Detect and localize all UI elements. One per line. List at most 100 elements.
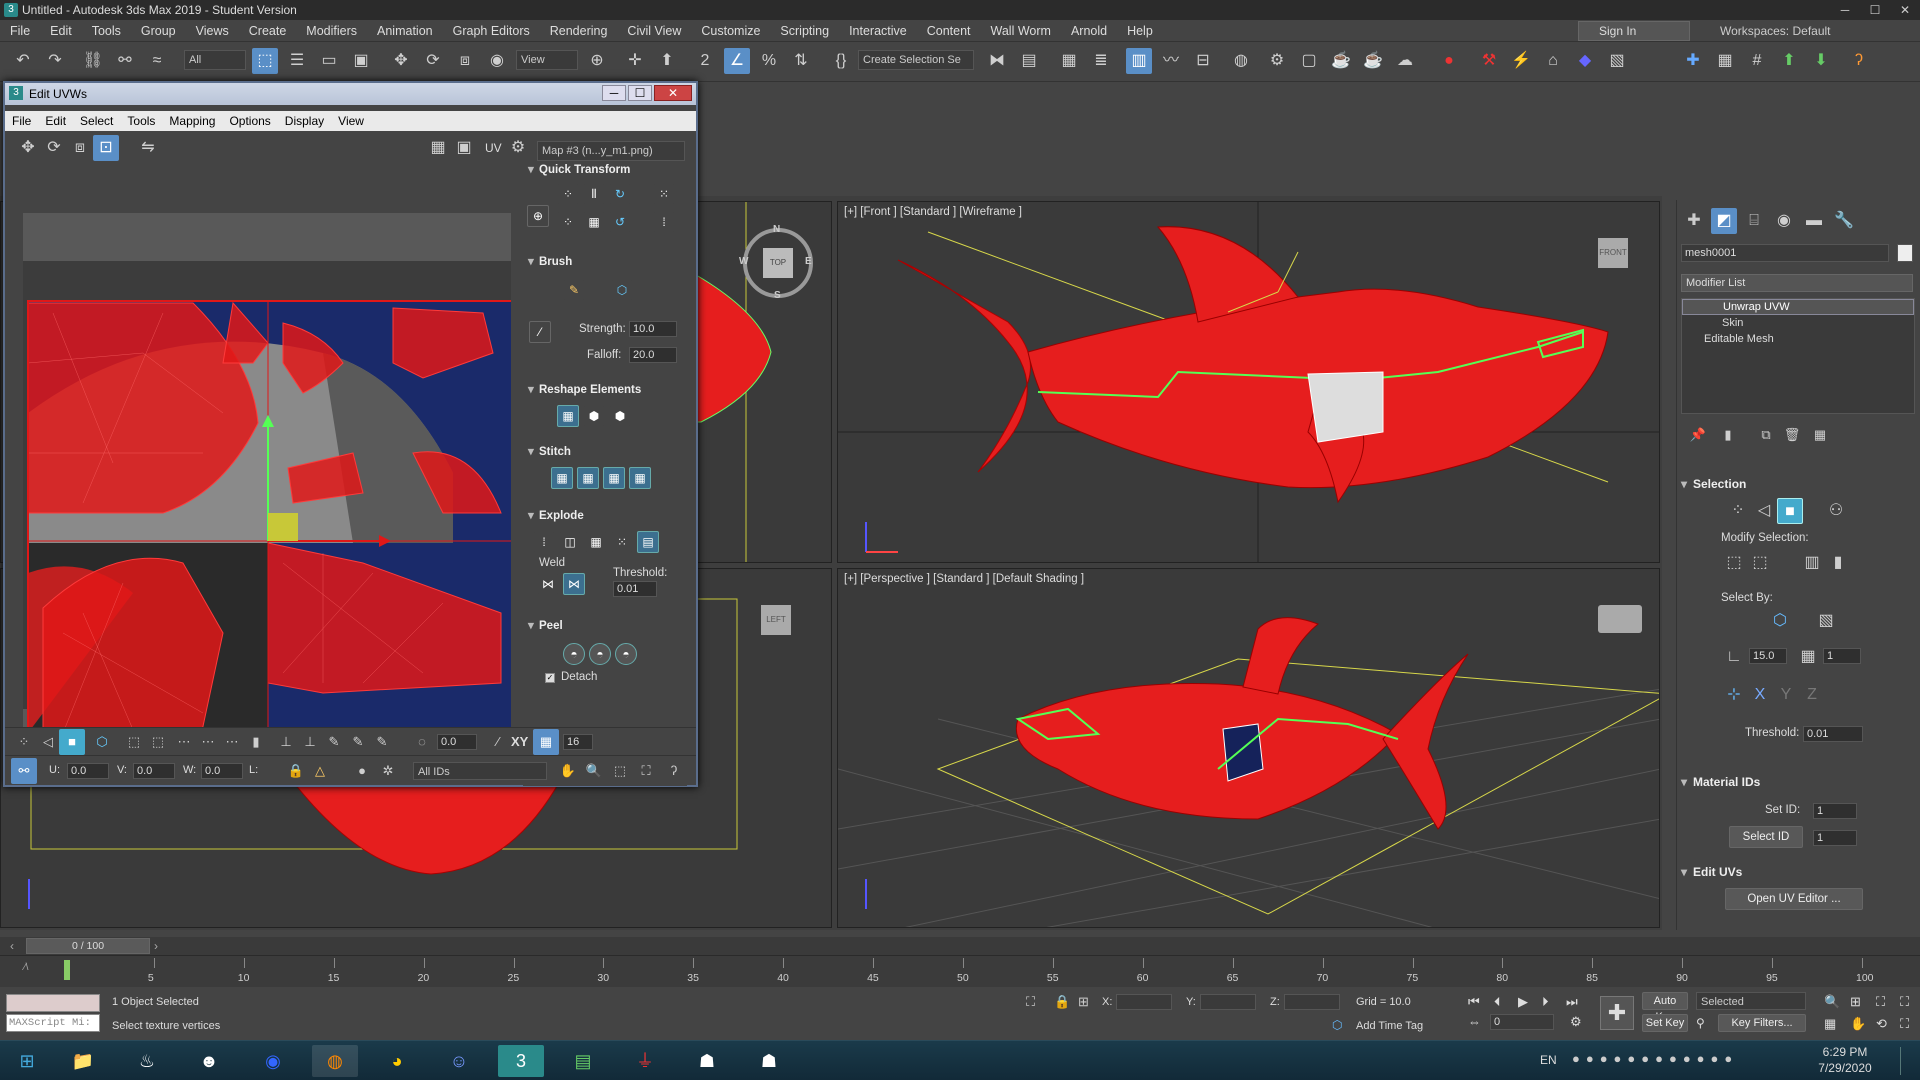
uv-freeze-icon[interactable]: ✲ <box>375 758 401 784</box>
3dsmax-taskbar-icon[interactable]: 3 <box>498 1045 544 1077</box>
brush-stroke-icon[interactable]: ⁄ <box>529 321 551 343</box>
uv-move-icon[interactable]: ✥ <box>15 135 41 161</box>
qt-pivot-icon[interactable]: ⊕ <box>527 205 549 227</box>
key-filters-icon[interactable]: ⚲ <box>1696 1016 1705 1030</box>
x-coord-field[interactable] <box>1116 994 1172 1010</box>
uv-zoom-extents-icon[interactable]: ⛶ <box>633 758 659 784</box>
uv-options-icon[interactable]: ⚙ <box>505 135 531 161</box>
menu-modifiers[interactable]: Modifiers <box>296 20 367 42</box>
isolate-icon[interactable]: ⛶ <box>1026 994 1035 1010</box>
show-end-result-icon[interactable]: ▮ <box>1715 422 1741 448</box>
axis-z-icon[interactable]: Z <box>1799 682 1825 708</box>
material-ids-header[interactable]: Material IDs <box>1677 772 1917 792</box>
uv-curve-icon[interactable]: ⁄ <box>485 729 511 755</box>
menu-group[interactable]: Group <box>131 20 186 42</box>
uv-space-label[interactable]: UV <box>485 141 502 155</box>
uv-help-icon[interactable]: ʔ <box>661 758 687 784</box>
motion-tab-icon[interactable]: ◉ <box>1771 208 1797 234</box>
close-button[interactable]: ✕ <box>1890 0 1920 20</box>
maxscript-listener-pink[interactable] <box>6 994 100 1012</box>
display-tab-icon[interactable]: ▬ <box>1801 208 1827 234</box>
grid-icon[interactable]: ▦ <box>1712 48 1738 74</box>
select-by-group-icon[interactable]: ▧ <box>1813 608 1839 634</box>
uv-checker-icon[interactable]: ▦ <box>425 135 451 161</box>
time-slider-thumb[interactable]: 0 / 100 <box>26 938 150 954</box>
selection-filter-dropdown[interactable]: All <box>184 50 246 70</box>
curve-editor-icon[interactable]: 〰 <box>1158 48 1184 74</box>
uv-warning-icon[interactable]: △ <box>307 758 333 784</box>
select-by-name-icon[interactable]: ☰ <box>284 48 310 74</box>
stack-item-editable-mesh[interactable]: Editable Mesh <box>1682 331 1914 347</box>
lock-selection-icon[interactable]: 🔒 <box>1054 994 1070 1010</box>
uv-seam-icon[interactable]: ⊥ <box>297 729 323 755</box>
tool3-icon[interactable]: ◆ <box>1572 48 1598 74</box>
wolf-app-icon[interactable]: ☗ <box>684 1045 730 1077</box>
explode-header[interactable]: Explode <box>523 507 683 525</box>
minimize-button[interactable]: ─ <box>1830 0 1860 20</box>
menu-civil-view[interactable]: Civil View <box>617 20 691 42</box>
viewcube-top[interactable]: TOP <box>763 248 793 278</box>
vmf-icon[interactable]: ▧ <box>1604 48 1630 74</box>
uv-pin-icon[interactable]: ▮ <box>243 729 269 755</box>
steam-icon[interactable]: ♨ <box>124 1045 170 1077</box>
uvw-menu-file[interactable]: File <box>5 111 38 131</box>
detach-checkbox[interactable]: ✓ <box>545 673 555 683</box>
z-coord-field[interactable] <box>1284 994 1340 1010</box>
uvw-title-bar[interactable]: 3 Edit UVWs ─ ☐ ✕ <box>5 83 696 105</box>
stitch-target-icon[interactable]: ▦ <box>629 467 651 489</box>
uv-editor-canvas[interactable] <box>23 213 513 783</box>
uv-vertex-icon[interactable]: ⁘ <box>11 729 37 755</box>
angle-icon[interactable]: ∟ <box>1721 644 1747 670</box>
clock-date[interactable]: 7/29/2020 <box>1810 1061 1880 1075</box>
material-editor-icon[interactable]: ◍ <box>1228 48 1254 74</box>
brush-header[interactable]: Brush <box>523 253 683 271</box>
align-icon[interactable]: ▤ <box>1016 48 1042 74</box>
viewcube-front[interactable]: FRONT <box>1598 238 1628 268</box>
percent-snap-icon[interactable]: % <box>756 48 782 74</box>
qt-align-v-icon[interactable]: ⦀ <box>583 183 605 205</box>
keyboard-shortcut-icon[interactable]: ⬆ <box>654 48 680 74</box>
uv-ring-icon[interactable]: ⋯ <box>195 729 221 755</box>
start-button-icon[interactable]: ⊞ <box>4 1045 50 1077</box>
uvw-menu-view[interactable]: View <box>331 111 371 131</box>
set-id-spinner[interactable]: 1 <box>1813 803 1857 819</box>
menu-graph-editors[interactable]: Graph Editors <box>443 20 540 42</box>
uvw-maximize-button[interactable]: ☐ <box>628 85 652 101</box>
scene-explorer-icon[interactable]: ▦ <box>1056 48 1082 74</box>
add-time-tag[interactable]: Add Time Tag <box>1356 1020 1423 1032</box>
object-name-field[interactable]: mesh0001 <box>1681 244 1889 262</box>
next-frame-icon[interactable]: ⏵ <box>1542 994 1549 1010</box>
maximize-button[interactable]: ☐ <box>1860 0 1890 20</box>
play-icon[interactable]: ▶ <box>1518 994 1528 1010</box>
stitch-custom-icon[interactable]: ▦ <box>551 467 573 489</box>
render-setup-icon[interactable]: ⚙ <box>1264 48 1290 74</box>
select-object-icon[interactable]: ⬚ <box>252 48 278 74</box>
axis-icon[interactable]: ⊹ <box>1721 682 1747 708</box>
green-tool2-icon[interactable]: ⬇ <box>1808 48 1834 74</box>
uvw-menu-tools[interactable]: Tools <box>120 111 162 131</box>
current-frame-field[interactable]: 0 <box>1490 1014 1554 1030</box>
threshold-spinner[interactable]: 0.01 <box>1803 726 1863 742</box>
qt-align-x-icon[interactable]: ⁘ <box>557 211 579 233</box>
rect-selection-icon[interactable]: ▭ <box>316 48 342 74</box>
unlink-icon[interactable]: ⚯ <box>112 48 138 74</box>
open-uv-editor-button[interactable]: Open UV Editor ... <box>1725 888 1863 910</box>
spinner-snap-icon[interactable]: ⇅ <box>788 48 814 74</box>
uvw-menu-display[interactable]: Display <box>278 111 331 131</box>
polygon-mode-icon[interactable]: ■ <box>1777 498 1803 524</box>
object-color-swatch[interactable] <box>1897 244 1913 262</box>
weld-target-icon[interactable]: ⋈ <box>563 573 585 595</box>
menu-animation[interactable]: Animation <box>367 20 443 42</box>
stack-item-unwrap[interactable]: Unwrap UVW <box>1682 299 1914 315</box>
select-id-button[interactable]: Select ID <box>1729 826 1803 848</box>
planar-icon[interactable]: ▦ <box>1795 644 1821 670</box>
time-config-icon[interactable]: ⚙ <box>1570 1014 1582 1030</box>
explode-icon5[interactable]: ▤ <box>637 531 659 553</box>
ref-coord-dropdown[interactable]: View <box>516 50 578 70</box>
falloff-spinner[interactable]: 20.0 <box>629 347 677 363</box>
configure-sets-icon[interactable]: ▦ <box>1807 422 1833 448</box>
zoom-extents-icon[interactable]: ⛶ <box>1876 994 1885 1010</box>
acrobat-icon[interactable]: ⏚ <box>622 1045 668 1077</box>
time-slider[interactable]: ‹ 0 / 100 › <box>0 937 1920 955</box>
element-mode-icon[interactable]: ⚇ <box>1823 498 1849 524</box>
